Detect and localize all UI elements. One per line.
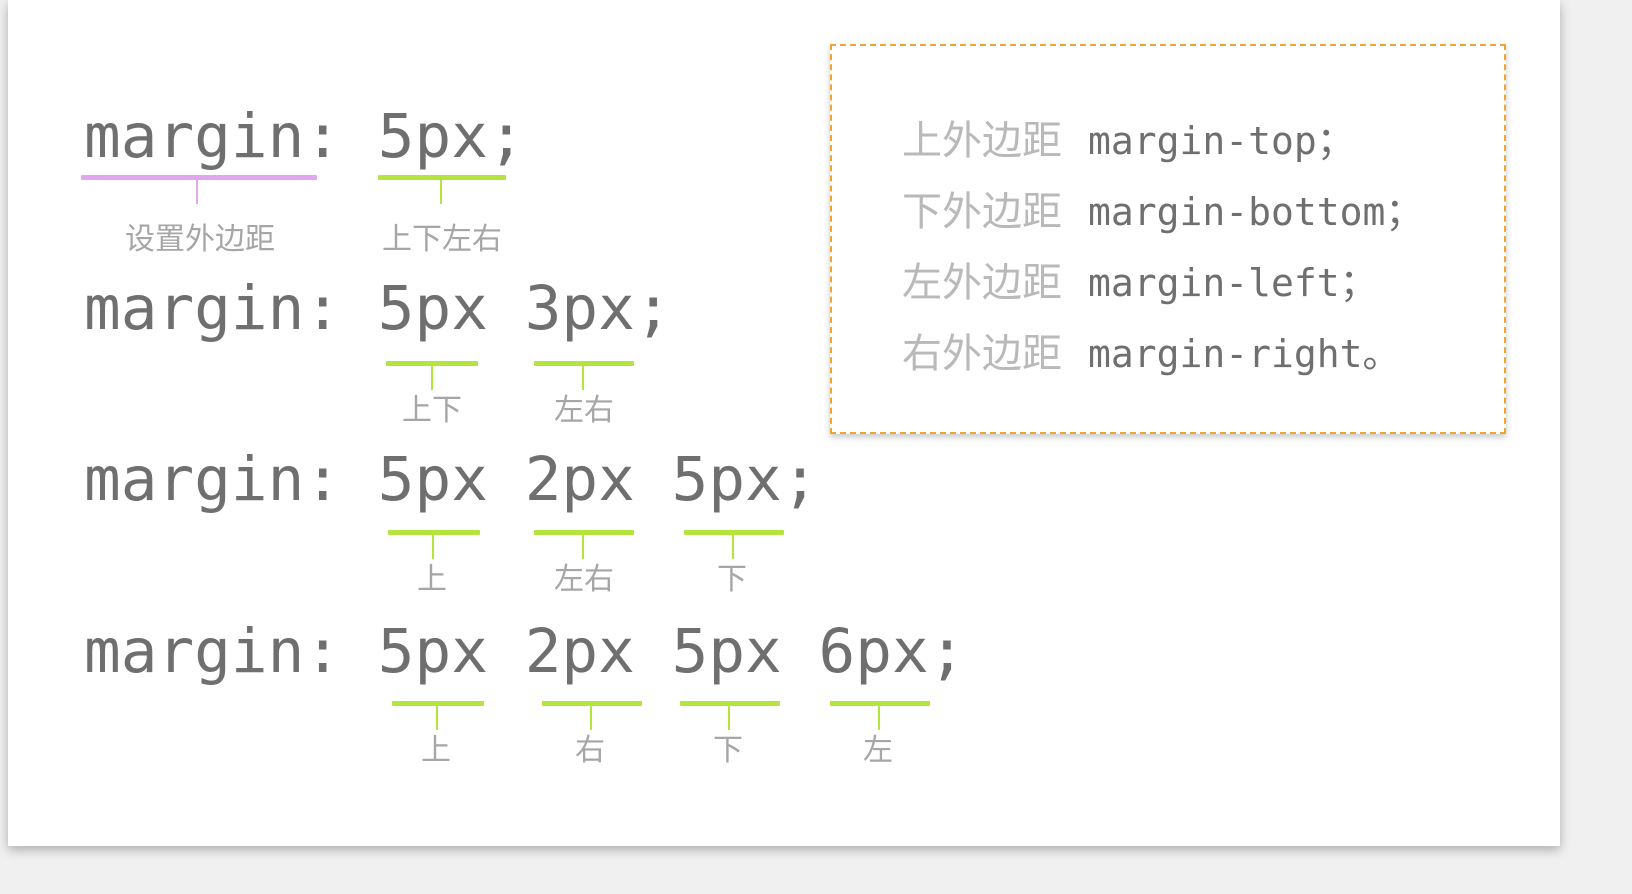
label-1-1: 上下左右 bbox=[382, 222, 502, 257]
properties-box: 上外边距 margin-top； 下外边距 margin-bottom； 左外边距 m… bbox=[830, 44, 1506, 434]
underline-value-4-1 bbox=[392, 701, 484, 706]
code-line-2: margin: 5px 3px; bbox=[84, 273, 672, 344]
label-4-1: 上 bbox=[421, 733, 451, 768]
tick-property bbox=[196, 180, 198, 204]
label-4-3: 下 bbox=[713, 733, 743, 768]
underline-value-1-1 bbox=[378, 175, 506, 180]
label-2-1: 上下 bbox=[402, 393, 462, 428]
underline-value-3-2 bbox=[534, 530, 634, 535]
label-3-3: 下 bbox=[717, 562, 747, 597]
property-row-top: 上外边距 margin-top； bbox=[902, 108, 1355, 166]
underline-value-3-3 bbox=[684, 530, 784, 535]
property-code-right: margin-right。 bbox=[1088, 331, 1401, 376]
property-cn-top: 上外边距 bbox=[902, 118, 1062, 164]
tick-value-3-1 bbox=[432, 535, 434, 559]
underline-property bbox=[81, 175, 317, 180]
tick-value-4-2 bbox=[590, 706, 592, 730]
tick-value-3-3 bbox=[732, 535, 734, 559]
underline-value-3-1 bbox=[388, 530, 480, 535]
property-cn-bottom: 下外边距 bbox=[902, 189, 1062, 235]
tick-value-4-4 bbox=[878, 706, 880, 730]
property-cn-right: 右外边距 bbox=[902, 331, 1062, 377]
tick-value-4-3 bbox=[728, 706, 730, 730]
label-2-2: 左右 bbox=[554, 393, 614, 428]
property-code-bottom: margin-bottom； bbox=[1088, 189, 1424, 234]
label-4-4: 左 bbox=[863, 733, 893, 768]
label-4-2: 右 bbox=[575, 733, 605, 768]
code-line-3: margin: 5px 2px 5px; bbox=[84, 444, 819, 515]
tick-value-2-2 bbox=[582, 366, 584, 390]
property-row-left: 左外边距 margin-left； bbox=[902, 250, 1378, 308]
label-3-2: 左右 bbox=[554, 562, 614, 597]
tick-value-4-1 bbox=[436, 706, 438, 730]
property-cn-left: 左外边距 bbox=[902, 260, 1062, 306]
property-code-left: margin-left； bbox=[1088, 260, 1378, 305]
property-row-right: 右外边距 margin-right。 bbox=[902, 321, 1401, 379]
tick-value-3-2 bbox=[582, 535, 584, 559]
tick-value-2-1 bbox=[431, 366, 433, 390]
property-row-bottom: 下外边距 margin-bottom； bbox=[902, 179, 1423, 237]
label-3-1: 上 bbox=[417, 562, 447, 597]
code-line-1: margin: 5px; bbox=[84, 101, 525, 172]
underline-value-4-3 bbox=[680, 701, 780, 706]
code-line-4: margin: 5px 2px 5px 6px; bbox=[84, 616, 966, 687]
underline-value-4-4 bbox=[830, 701, 930, 706]
property-code-top: margin-top； bbox=[1088, 118, 1355, 163]
underline-value-4-2 bbox=[542, 701, 642, 706]
underline-value-2-2 bbox=[534, 361, 634, 366]
label-set-margin: 设置外边距 bbox=[125, 222, 275, 257]
tick-value-1-1 bbox=[440, 180, 442, 204]
